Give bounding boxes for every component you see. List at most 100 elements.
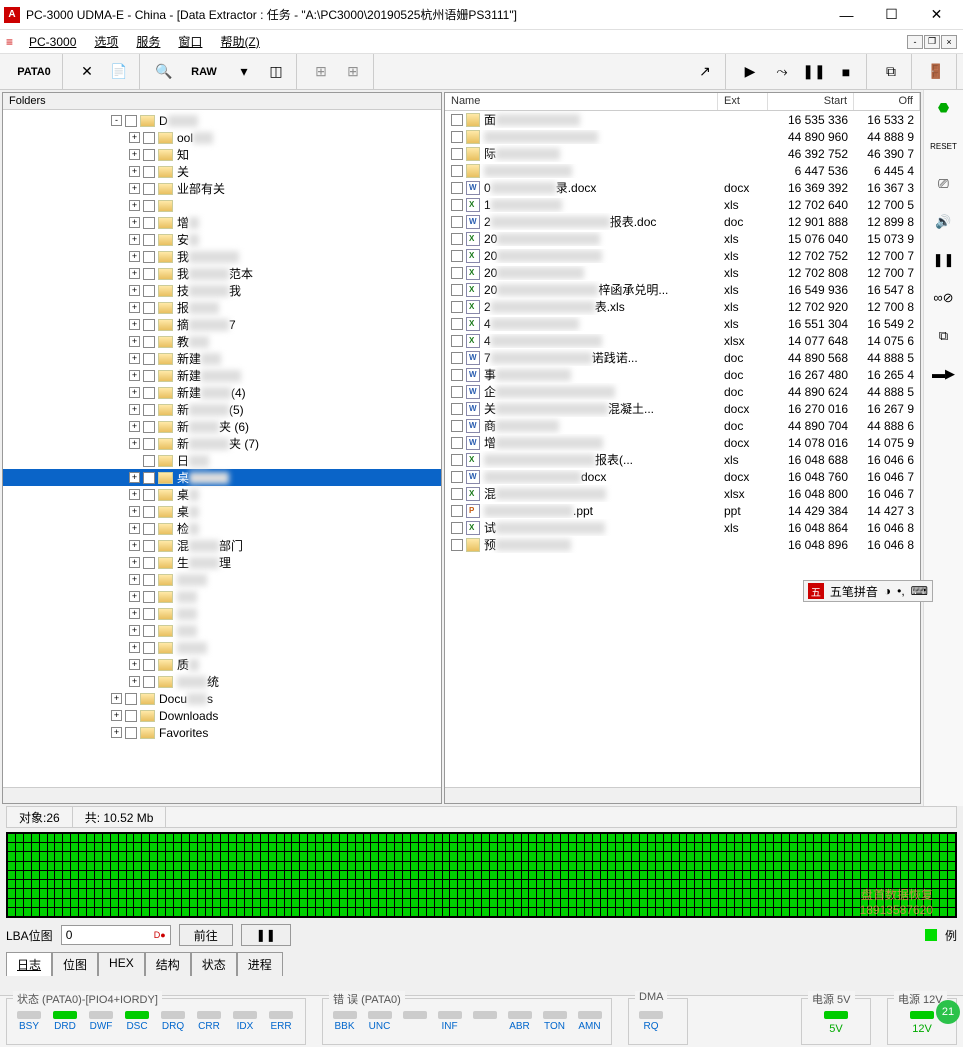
tree-row[interactable]: +业部有关 [3, 180, 441, 197]
mdi-minimize[interactable]: - [907, 35, 923, 49]
expand-icon[interactable]: + [129, 217, 140, 228]
table-row[interactable]: 事doc16 267 48016 265 4 [445, 366, 920, 383]
mdi-close[interactable]: × [941, 35, 957, 49]
ime-moon-icon[interactable]: ◑ [884, 584, 891, 598]
table-row[interactable]: 20xls15 076 04015 073 9 [445, 230, 920, 247]
container-icon[interactable]: ◫ [262, 58, 290, 86]
checkbox[interactable] [451, 199, 463, 211]
maximize-button[interactable]: ☐ [869, 0, 914, 30]
checkbox[interactable] [143, 404, 155, 416]
tree-row[interactable]: +新建 [3, 350, 441, 367]
tree-row[interactable]: +知 [3, 146, 441, 163]
speaker-icon[interactable]: 🔊 [930, 210, 958, 234]
raw-button[interactable]: RAW [182, 58, 226, 86]
tree-row[interactable]: + [3, 571, 441, 588]
checkbox[interactable] [451, 369, 463, 381]
pause-icon[interactable]: ❚❚ [800, 58, 828, 86]
tree-row[interactable]: +混部门 [3, 537, 441, 554]
tab-2[interactable]: HEX [98, 952, 145, 976]
tree-row[interactable]: +桌 [3, 503, 441, 520]
table-row[interactable]: 增docx14 078 01614 075 9 [445, 434, 920, 451]
table-row[interactable]: 关混凝土...docx16 270 01616 267 9 [445, 400, 920, 417]
tree-row[interactable]: +新夹 (7) [3, 435, 441, 452]
checkbox[interactable] [143, 574, 155, 586]
tree-row[interactable]: +质 [3, 656, 441, 673]
expand-icon[interactable]: + [129, 421, 140, 432]
tree2-icon[interactable]: ⊞ [339, 58, 367, 86]
checkbox[interactable] [143, 336, 155, 348]
expand-icon[interactable]: + [129, 540, 140, 551]
checkbox[interactable] [143, 285, 155, 297]
checkbox[interactable] [451, 437, 463, 449]
play-icon[interactable]: ▶ [736, 58, 764, 86]
expand-icon[interactable]: + [129, 302, 140, 313]
menu-help[interactable]: 帮助(Z) [212, 30, 267, 53]
minimize-button[interactable]: — [824, 0, 869, 30]
lba-input[interactable]: 0 D● [61, 925, 171, 945]
ime-keyboard-icon[interactable]: ⌨ [911, 584, 928, 598]
expand-icon[interactable]: + [129, 642, 140, 653]
table-row[interactable]: 商doc44 890 70444 888 6 [445, 417, 920, 434]
expand-icon[interactable]: + [129, 506, 140, 517]
expand-icon[interactable]: + [129, 268, 140, 279]
table-row[interactable]: docxdocx16 048 76016 046 7 [445, 468, 920, 485]
lba-bitmap[interactable] [6, 832, 957, 918]
checkbox[interactable] [451, 505, 463, 517]
menu-pc3000[interactable]: PC-3000 [21, 32, 84, 52]
goto-button[interactable]: 前往 [179, 924, 233, 946]
pause3-button[interactable]: ❚❚ [241, 924, 291, 946]
expand-icon[interactable]: + [129, 234, 140, 245]
checkbox[interactable] [143, 659, 155, 671]
checkbox[interactable] [451, 250, 463, 262]
table-row[interactable]: 际46 392 75246 390 7 [445, 145, 920, 162]
tree-row[interactable]: +Downloads [3, 707, 441, 724]
table-row[interactable]: 2报表.docdoc12 901 88812 899 8 [445, 213, 920, 230]
checkbox[interactable] [451, 165, 463, 177]
checkbox[interactable] [451, 318, 463, 330]
tree-row[interactable]: +统 [3, 673, 441, 690]
checkbox[interactable] [143, 557, 155, 569]
checkbox[interactable] [451, 216, 463, 228]
tab-1[interactable]: 位图 [52, 952, 98, 976]
checkbox[interactable] [451, 301, 463, 313]
expand-icon[interactable]: + [129, 472, 140, 483]
funnel-icon[interactable]: ▾ [230, 58, 258, 86]
checkbox[interactable] [451, 131, 463, 143]
expand-icon[interactable]: + [129, 387, 140, 398]
col-ext[interactable]: Ext [718, 93, 768, 110]
checkbox[interactable] [451, 420, 463, 432]
table-row[interactable]: 2表.xlsxls12 702 92012 700 8 [445, 298, 920, 315]
tab-0[interactable]: 日志 [6, 952, 52, 976]
table-row[interactable]: 企doc44 890 62444 888 5 [445, 383, 920, 400]
checkbox[interactable] [143, 421, 155, 433]
menu-service[interactable]: 服务 [128, 30, 168, 53]
expand-icon[interactable]: + [129, 523, 140, 534]
stop-icon[interactable]: ■ [832, 58, 860, 86]
expand-icon[interactable]: + [129, 149, 140, 160]
tree-row[interactable]: +我 [3, 248, 441, 265]
table-row[interactable]: 试xls16 048 86416 046 8 [445, 519, 920, 536]
checkbox[interactable] [451, 335, 463, 347]
tab-3[interactable]: 结构 [145, 952, 191, 976]
checkbox[interactable] [143, 200, 155, 212]
checkbox[interactable] [143, 506, 155, 518]
menu-options[interactable]: 选项 [86, 30, 126, 53]
tree-row[interactable]: 日 [3, 452, 441, 469]
tree-row[interactable]: -D [3, 112, 441, 129]
grid-header[interactable]: Name Ext Start Off [445, 93, 920, 111]
tree-row[interactable]: +新建(4) [3, 384, 441, 401]
checkbox[interactable] [143, 625, 155, 637]
expand-icon[interactable] [129, 455, 140, 466]
tree-row[interactable]: +新建 [3, 367, 441, 384]
expand-icon[interactable]: + [129, 438, 140, 449]
copy2-icon[interactable]: ⧉ [930, 324, 958, 348]
table-row[interactable]: 4xls16 551 30416 549 2 [445, 315, 920, 332]
checkbox[interactable] [451, 539, 463, 551]
tree-row[interactable]: +报 [3, 299, 441, 316]
checkbox[interactable] [451, 403, 463, 415]
checkbox[interactable] [143, 540, 155, 552]
table-row[interactable]: 面16 535 33616 533 2 [445, 111, 920, 128]
checkbox[interactable] [451, 114, 463, 126]
grid-hscroll[interactable] [445, 787, 920, 803]
expand-icon[interactable]: + [129, 166, 140, 177]
